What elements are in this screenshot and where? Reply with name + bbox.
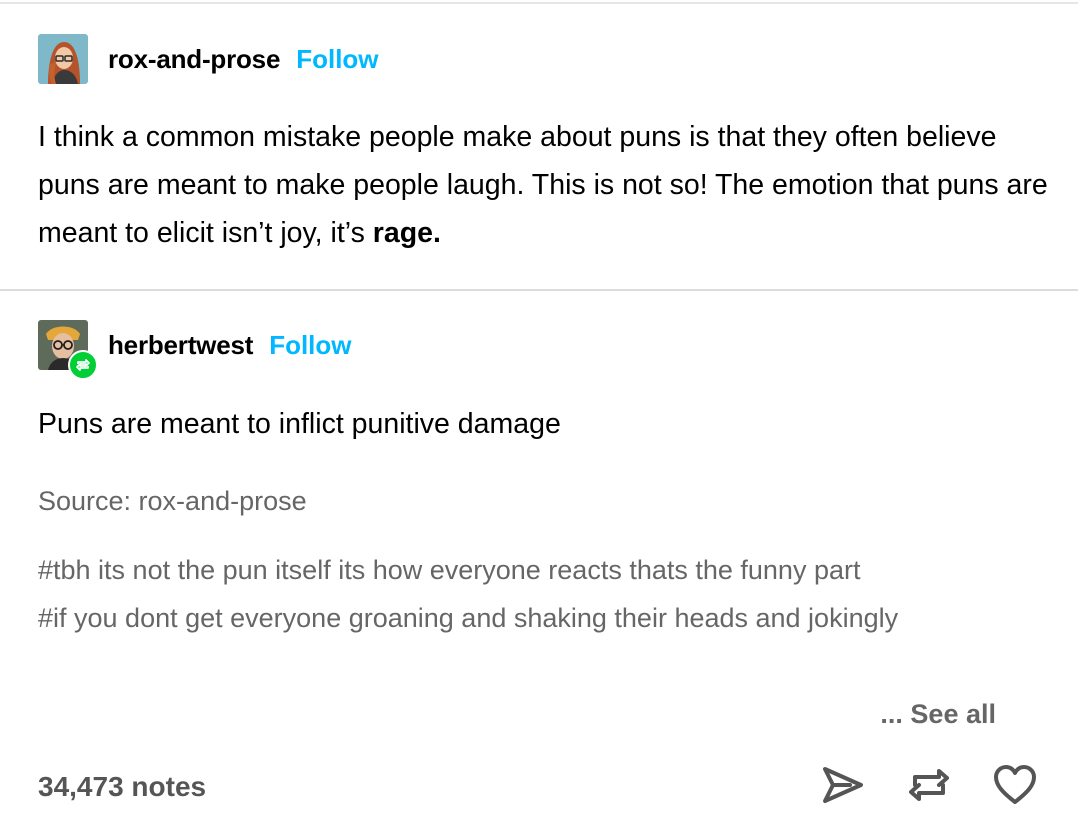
post-header-reblog: herbertwest Follow [38, 320, 352, 380]
follow-button[interactable]: Follow [296, 44, 378, 75]
tag-item[interactable]: #if you dont get everyone groaning and s… [38, 594, 1018, 642]
tag-item[interactable]: #tbh its not the pun itself its how ever… [38, 546, 1018, 594]
reblog-icon [909, 769, 949, 801]
reblog-badge [68, 350, 98, 380]
tags: #tbh its not the pun itself its how ever… [38, 546, 1018, 642]
share-icon [823, 767, 863, 803]
original-post-text: I think a common mistake people make abo… [38, 113, 1048, 257]
like-button[interactable] [990, 762, 1040, 808]
notes-count[interactable]: 34,473 notes [38, 764, 206, 810]
avatar-redhead-glasses-icon [38, 34, 88, 84]
post-actions [818, 762, 1040, 808]
avatar-rox-and-prose[interactable] [38, 34, 88, 84]
post-divider [0, 289, 1078, 291]
reblog-icon [76, 359, 90, 371]
original-post-text-bold: rage. [372, 217, 441, 249]
see-all-button[interactable]: ... See all [880, 690, 996, 738]
follow-button[interactable]: Follow [269, 330, 351, 361]
username[interactable]: herbertwest [108, 330, 253, 361]
username[interactable]: rox-and-prose [108, 44, 280, 75]
original-post-text-lead: I think a common mistake people make abo… [38, 121, 1048, 249]
top-border [0, 2, 1078, 4]
like-icon [994, 765, 1036, 804]
post-header-original: rox-and-prose Follow [38, 34, 379, 84]
share-button[interactable] [818, 762, 868, 808]
reblog-text: Puns are meant to inflict punitive damag… [38, 408, 561, 440]
reblog-button[interactable] [904, 762, 954, 808]
source-line[interactable]: Source: rox-and-prose [38, 478, 307, 524]
avatar-wrapper [38, 320, 98, 380]
